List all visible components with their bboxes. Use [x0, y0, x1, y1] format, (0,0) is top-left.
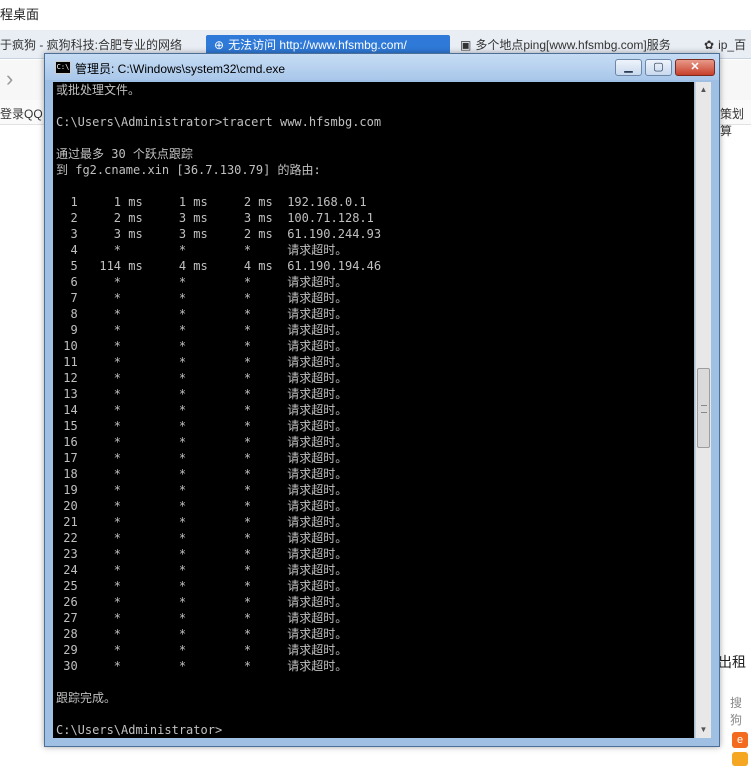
- console-line: 3 3 ms 3 ms 2 ms 61.190.244.93: [56, 227, 382, 241]
- scroll-up-arrow-icon[interactable]: ▲: [696, 82, 711, 98]
- console-line: 24 * * * 请求超时。: [56, 563, 348, 577]
- maximize-button[interactable]: ▢: [645, 59, 672, 76]
- tab-label: 无法访问 http://www.hfsmbg.com/: [228, 38, 407, 52]
- forward-arrow-icon[interactable]: ›: [6, 66, 13, 92]
- console-line: 25 * * * 请求超时。: [56, 579, 348, 593]
- console-line: 到 fg2.cname.xin [36.7.130.79] 的路由:: [56, 163, 321, 177]
- cmd-icon: C:\: [55, 61, 71, 74]
- console-line: 8 * * * 请求超时。: [56, 307, 348, 321]
- console-line: 5 114 ms 4 ms 4 ms 61.190.194.46: [56, 259, 382, 273]
- vertical-scrollbar[interactable]: ▲ ▼: [695, 82, 711, 738]
- console-line: 1 1 ms 1 ms 2 ms 192.168.0.1: [56, 195, 367, 209]
- scrollbar-thumb[interactable]: [697, 368, 710, 448]
- browser-title-bar: 程桌面: [0, 0, 751, 26]
- bookmark-item-left[interactable]: 登录QQ: [0, 105, 43, 122]
- console-line: 20 * * * 请求超时。: [56, 499, 348, 513]
- cmd-window: C:\ 管理员: C:\Windows\system32\cmd.exe ▁ ▢…: [44, 53, 720, 747]
- grip-icon: [701, 405, 707, 413]
- console-line: C:\Users\Administrator>tracert www.hfsmb…: [56, 115, 382, 129]
- console-line: 跟踪完成。: [56, 691, 117, 705]
- cmd-title-bar[interactable]: C:\ 管理员: C:\Windows\system32\cmd.exe ▁ ▢…: [45, 54, 719, 80]
- console-line: 6 * * * 请求超时。: [56, 275, 348, 289]
- console-line: 15 * * * 请求超时。: [56, 419, 348, 433]
- console-line: 16 * * * 请求超时。: [56, 435, 348, 449]
- minimize-button[interactable]: ▁: [615, 59, 642, 76]
- cmd-window-title: 管理员: C:\Windows\system32\cmd.exe: [75, 62, 286, 76]
- globe-icon: ⊕: [214, 38, 225, 52]
- favicon-icon: ▣: [460, 38, 472, 52]
- console-line: 9 * * * 请求超时。: [56, 323, 348, 337]
- console-line: 30 * * * 请求超时。: [56, 659, 348, 673]
- browser-window-title: 程桌面: [0, 7, 40, 22]
- console-line: 22 * * * 请求超时。: [56, 531, 348, 545]
- console-line: 13 * * * 请求超时。: [56, 387, 348, 401]
- console-line: 29 * * * 请求超时。: [56, 643, 348, 657]
- console-line: 4 * * * 请求超时。: [56, 243, 348, 257]
- side-text-sogou: 搜狗: [730, 696, 743, 727]
- console-line: 18 * * * 请求超时。: [56, 467, 348, 481]
- console-output-area[interactable]: 或批处理文件。 C:\Users\Administrator>tracert ww…: [53, 82, 694, 738]
- bookmark-item-right[interactable]: 策划算: [720, 105, 751, 139]
- paw-icon: ✿: [704, 38, 715, 52]
- app-icon[interactable]: e: [732, 732, 748, 748]
- tab-label: 于疯狗 - 疯狗科技:合肥专业的网络: [0, 38, 182, 52]
- console-line: C:\Users\Administrator>: [56, 723, 223, 737]
- scroll-down-arrow-icon[interactable]: ▼: [696, 722, 711, 738]
- console-line: 28 * * * 请求超时。: [56, 627, 348, 641]
- console-line: 23 * * * 请求超时。: [56, 547, 348, 561]
- side-text-rent: 出租: [718, 654, 746, 670]
- console-lines: 或批处理文件。 C:\Users\Administrator>tracert ww…: [56, 82, 692, 738]
- console-line: 2 2 ms 3 ms 3 ms 100.71.128.1: [56, 211, 374, 225]
- console-line: 26 * * * 请求超时。: [56, 595, 348, 609]
- console-line: 10 * * * 请求超时。: [56, 339, 348, 353]
- console-line: 7 * * * 请求超时。: [56, 291, 348, 305]
- console-line: 11 * * * 请求超时。: [56, 355, 348, 369]
- tab-label: 多个地点ping[www.hfsmbg.com]服务: [475, 38, 671, 52]
- console-line: 12 * * * 请求超时。: [56, 371, 348, 385]
- console-line: 21 * * * 请求超时。: [56, 515, 348, 529]
- console-line: 27 * * * 请求超时。: [56, 611, 348, 625]
- console-line: 或批处理文件。: [56, 83, 141, 97]
- console-line: 17 * * * 请求超时。: [56, 451, 348, 465]
- console-line: 19 * * * 请求超时。: [56, 483, 348, 497]
- tab-label: ip_百: [718, 38, 747, 52]
- app-icon-2[interactable]: [732, 752, 748, 766]
- close-button[interactable]: ✕: [675, 59, 715, 76]
- console-line: 通过最多 30 个跃点跟踪: [56, 147, 193, 161]
- console-line: 14 * * * 请求超时。: [56, 403, 348, 417]
